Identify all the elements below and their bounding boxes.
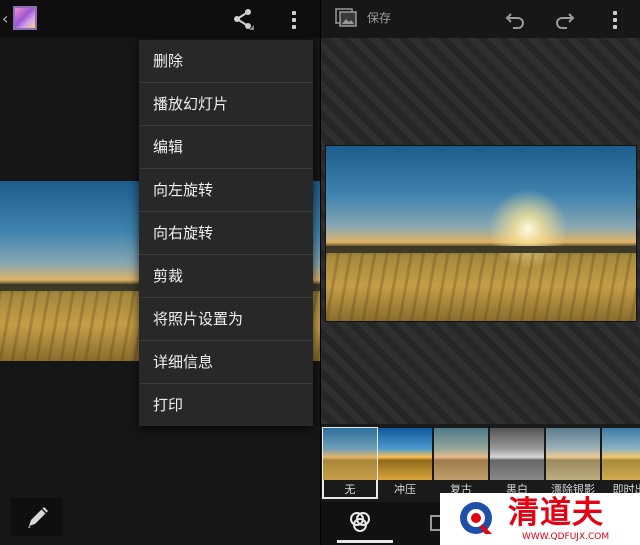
menu-item-rotate-left[interactable]: 向左旋转 [139,169,313,212]
menu-item-details[interactable]: 详细信息 [139,341,313,384]
save-label[interactable]: 保存 [367,10,391,26]
filter-thumb-punch[interactable]: 冲压 [378,428,432,498]
editor-action-bar: 保存 [321,0,640,38]
photo-editor-panel: 保存 无 冲压 复古 黑白 漂除银影 即时 [321,0,640,545]
menu-item-delete[interactable]: 删除 [139,40,313,83]
save-photo-icon[interactable] [335,6,357,28]
active-tab-indicator [337,540,393,543]
menu-item-print[interactable]: 打印 [139,384,313,426]
menu-item-rotate-right[interactable]: 向右旋转 [139,212,313,255]
edit-preview-image [325,145,637,322]
filter-label: 无 [344,483,356,496]
menu-item-set-picture-as[interactable]: 将照片设置为 [139,298,313,341]
overflow-menu-icon[interactable] [291,9,297,31]
watermark-logo-icon [460,502,492,534]
gallery-viewer-panel: ‹ 删除 播放幻灯片 编辑 向左旋转 向右旋转 剪裁 将照片设置为 详细信息 打 [0,0,320,545]
filter-thumb-none[interactable]: 无 [322,427,378,499]
share-icon[interactable] [232,8,254,30]
redo-icon[interactable] [555,9,575,29]
watermark-title: 清道夫 [508,495,604,531]
filter-strip: 无 冲压 复古 黑白 漂除银影 即时出 [321,424,640,502]
menu-item-edit[interactable]: 编辑 [139,126,313,169]
menu-item-slideshow[interactable]: 播放幻灯片 [139,83,313,126]
filter-thumb-vintage[interactable]: 复古 [434,428,488,498]
gallery-app-icon[interactable] [13,6,37,30]
edit-button[interactable] [11,498,63,536]
menu-item-crop[interactable]: 剪裁 [139,255,313,298]
overflow-popup-menu: 删除 播放幻灯片 编辑 向左旋转 向右旋转 剪裁 将照片设置为 详细信息 打印 [139,40,313,426]
filter-thumb-instant[interactable]: 即时出 [602,428,640,498]
action-bar: ‹ [0,0,320,38]
editor-overflow-menu-icon[interactable] [612,9,618,31]
filter-thumb-bw[interactable]: 黑白 [490,428,544,498]
undo-icon[interactable] [505,9,525,29]
watermark-url: WWW.QDFUJX.COM [522,532,610,542]
site-watermark: 清道夫 WWW.QDFUJX.COM [440,493,640,545]
pencil-icon [28,507,48,528]
back-chevron-icon[interactable]: ‹ [2,9,8,29]
filter-thumb-bleach[interactable]: 漂除银影 [546,428,600,498]
filter-label: 冲压 [394,483,416,496]
filters-tab-icon[interactable] [347,510,373,536]
